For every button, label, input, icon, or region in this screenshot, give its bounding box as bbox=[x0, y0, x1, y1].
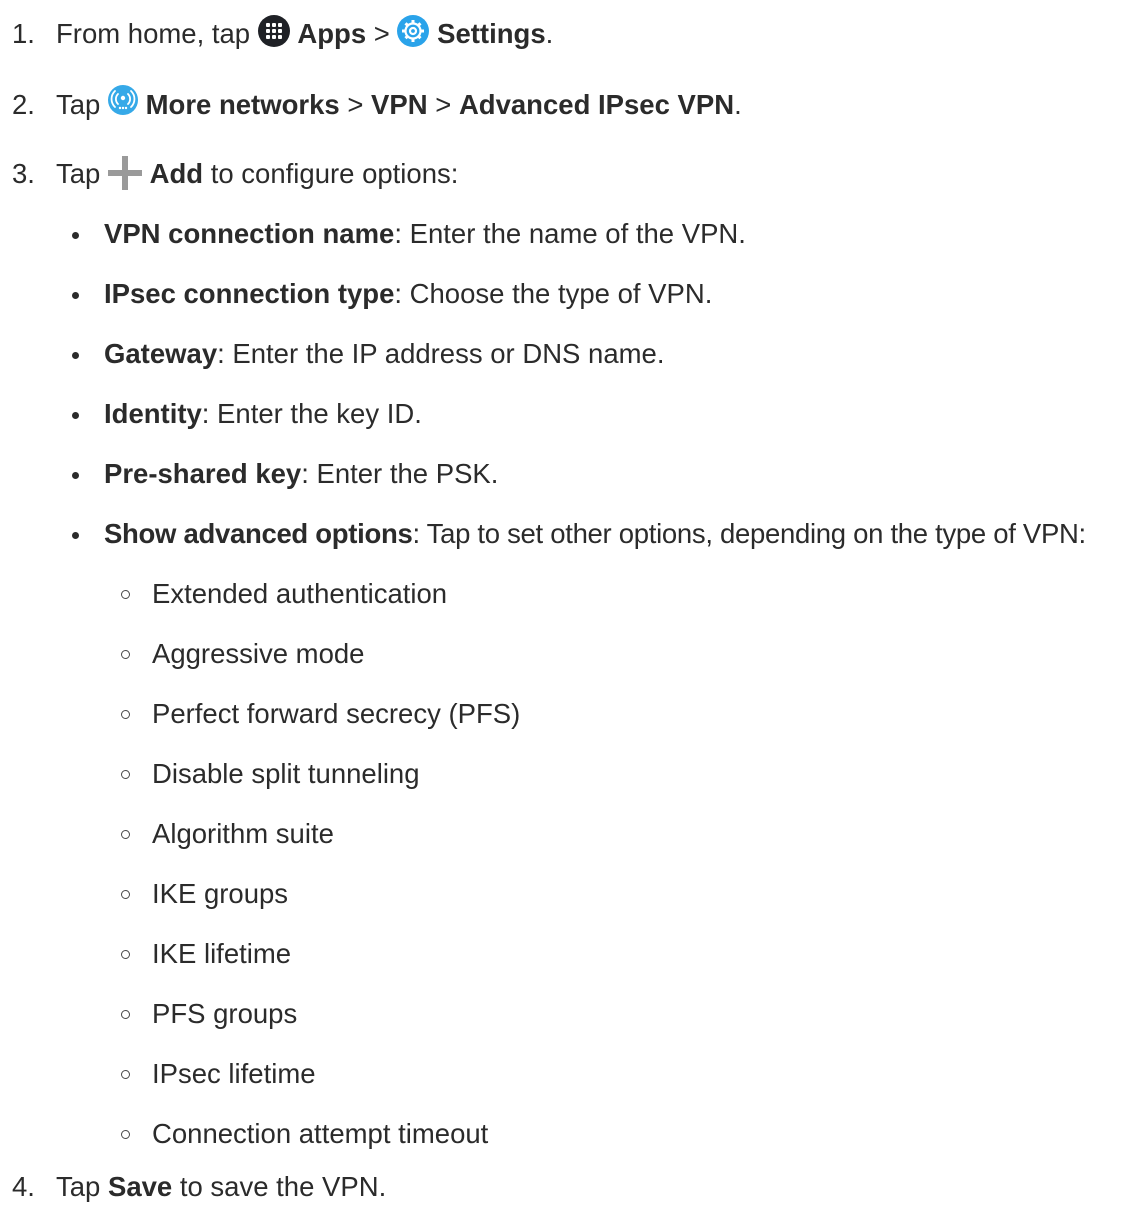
step-text: Tap Save to save the VPN. bbox=[56, 1171, 387, 1202]
option-label: Pre-shared key bbox=[104, 458, 302, 489]
option-label: Gateway bbox=[104, 338, 218, 369]
step-number: 3. bbox=[12, 158, 35, 189]
option-description: : Tap to set other options, depending on… bbox=[412, 518, 1086, 549]
add-label: Add bbox=[149, 158, 204, 189]
bullet bbox=[72, 352, 79, 359]
step-text: Tap More networks > VPN > Advanced IPsec… bbox=[56, 84, 742, 122]
bullet bbox=[72, 532, 79, 539]
apps-label: Apps bbox=[297, 18, 367, 49]
step-text: Tap Add to configure options: bbox=[56, 155, 458, 191]
bullet bbox=[72, 232, 79, 239]
apps-grid-icon bbox=[257, 14, 290, 47]
step-number: 2. bbox=[12, 89, 35, 120]
save-label: Save bbox=[107, 1171, 173, 1202]
bullet bbox=[72, 412, 79, 419]
hollow-bullet bbox=[121, 590, 130, 599]
more-networks-label: More networks bbox=[145, 89, 340, 120]
vpn-label: VPN bbox=[371, 89, 428, 120]
option-description: : Enter the name of the VPN. bbox=[394, 218, 746, 249]
hollow-bullet bbox=[121, 890, 130, 899]
step-text: From home, tap Apps > Settings. bbox=[56, 14, 553, 51]
option-label: Identity bbox=[104, 398, 202, 429]
step-number: 4. bbox=[12, 1171, 35, 1202]
option-description: : Enter the key ID. bbox=[201, 398, 422, 429]
option-description: : Enter the IP address or DNS name. bbox=[217, 338, 665, 369]
settings-label: Settings bbox=[437, 18, 546, 49]
plus-icon bbox=[107, 155, 142, 190]
hollow-bullet bbox=[121, 1070, 130, 1079]
option-label: VPN connection name bbox=[104, 218, 395, 249]
hollow-bullet bbox=[121, 830, 130, 839]
option-label: Show advanced options bbox=[104, 518, 413, 549]
option-description: : Enter the PSK. bbox=[301, 458, 499, 489]
hollow-bullet bbox=[121, 650, 130, 659]
advanced-ipsec-vpn-label: Advanced IPsec VPN bbox=[458, 89, 735, 120]
bullet bbox=[72, 292, 79, 299]
bullet bbox=[72, 472, 79, 479]
hollow-bullet bbox=[121, 1130, 130, 1139]
hollow-bullet bbox=[121, 950, 130, 959]
more-networks-icon bbox=[107, 84, 138, 115]
hollow-bullet bbox=[121, 1010, 130, 1019]
hollow-bullet bbox=[121, 770, 130, 779]
step-number: 1. bbox=[12, 18, 35, 49]
hollow-bullet bbox=[121, 710, 130, 719]
settings-gear-icon bbox=[397, 14, 430, 47]
option-label: IPsec connection type bbox=[104, 278, 395, 309]
option-description: : Choose the type of VPN. bbox=[394, 278, 713, 309]
